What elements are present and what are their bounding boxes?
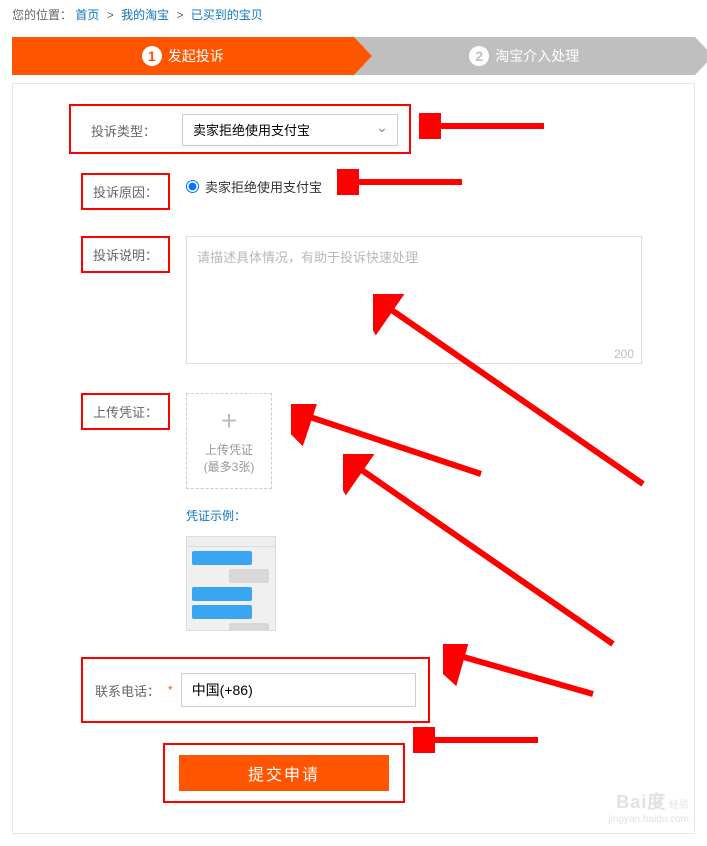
step-1-num: 1: [142, 46, 162, 66]
watermark: Bai度 经验 jingyan.baidu.com: [608, 792, 689, 826]
evidence-example-image: [186, 536, 276, 631]
plus-icon: +: [221, 407, 237, 435]
annotation-arrow: [419, 113, 549, 139]
step-1: 1 发起投诉: [12, 37, 354, 75]
step-2: 2 淘宝介入处理: [354, 37, 696, 75]
required-asterisk: *: [168, 683, 173, 697]
complaint-type-select[interactable]: 卖家拒绝使用支付宝: [182, 114, 398, 146]
submit-wrapper: 提交申请: [163, 743, 405, 803]
evidence-example-link[interactable]: 凭证示例：: [186, 507, 246, 524]
breadcrumb-link-home[interactable]: 首页: [75, 8, 99, 22]
annotation-arrow: [337, 169, 467, 195]
upload-label: 上传凭证: [205, 441, 253, 458]
breadcrumb: 您的位置： 首页 > 我的淘宝 > 已买到的宝贝: [0, 0, 707, 29]
annotation-arrow: [413, 727, 543, 753]
breadcrumb-link-mytaobao[interactable]: 我的淘宝: [121, 8, 169, 22]
annotation-arrow: [343, 454, 623, 654]
complaint-reason-radio[interactable]: [186, 180, 199, 193]
breadcrumb-prefix: 您的位置：: [12, 8, 72, 22]
step-bar: 1 发起投诉 2 淘宝介入处理: [12, 37, 695, 75]
step-2-num: 2: [469, 46, 489, 66]
field-label-phone: 联系电话：: [95, 681, 160, 700]
annotation-arrow: [443, 644, 603, 704]
step-2-label: 淘宝介入处理: [495, 46, 579, 66]
complaint-form: 投诉类型： 卖家拒绝使用支付宝 投诉原因： 卖家拒绝使用支付宝 投诉说明： 20…: [12, 83, 695, 834]
upload-evidence-button[interactable]: + 上传凭证 (最多3张): [186, 393, 272, 489]
upload-hint: (最多3张): [204, 458, 255, 475]
field-label-type: 投诉类型：: [81, 114, 166, 147]
contact-phone-input[interactable]: [181, 673, 416, 707]
field-phone-wrapper: 联系电话： *: [81, 657, 430, 723]
field-label-reason: 投诉原因：: [81, 173, 170, 210]
breadcrumb-link-bought[interactable]: 已买到的宝贝: [191, 8, 263, 22]
step-1-label: 发起投诉: [168, 46, 224, 66]
field-label-upload: 上传凭证：: [81, 393, 170, 430]
complaint-reason-option: 卖家拒绝使用支付宝: [205, 177, 322, 196]
submit-button[interactable]: 提交申请: [179, 755, 389, 791]
field-label-desc: 投诉说明：: [81, 236, 170, 273]
